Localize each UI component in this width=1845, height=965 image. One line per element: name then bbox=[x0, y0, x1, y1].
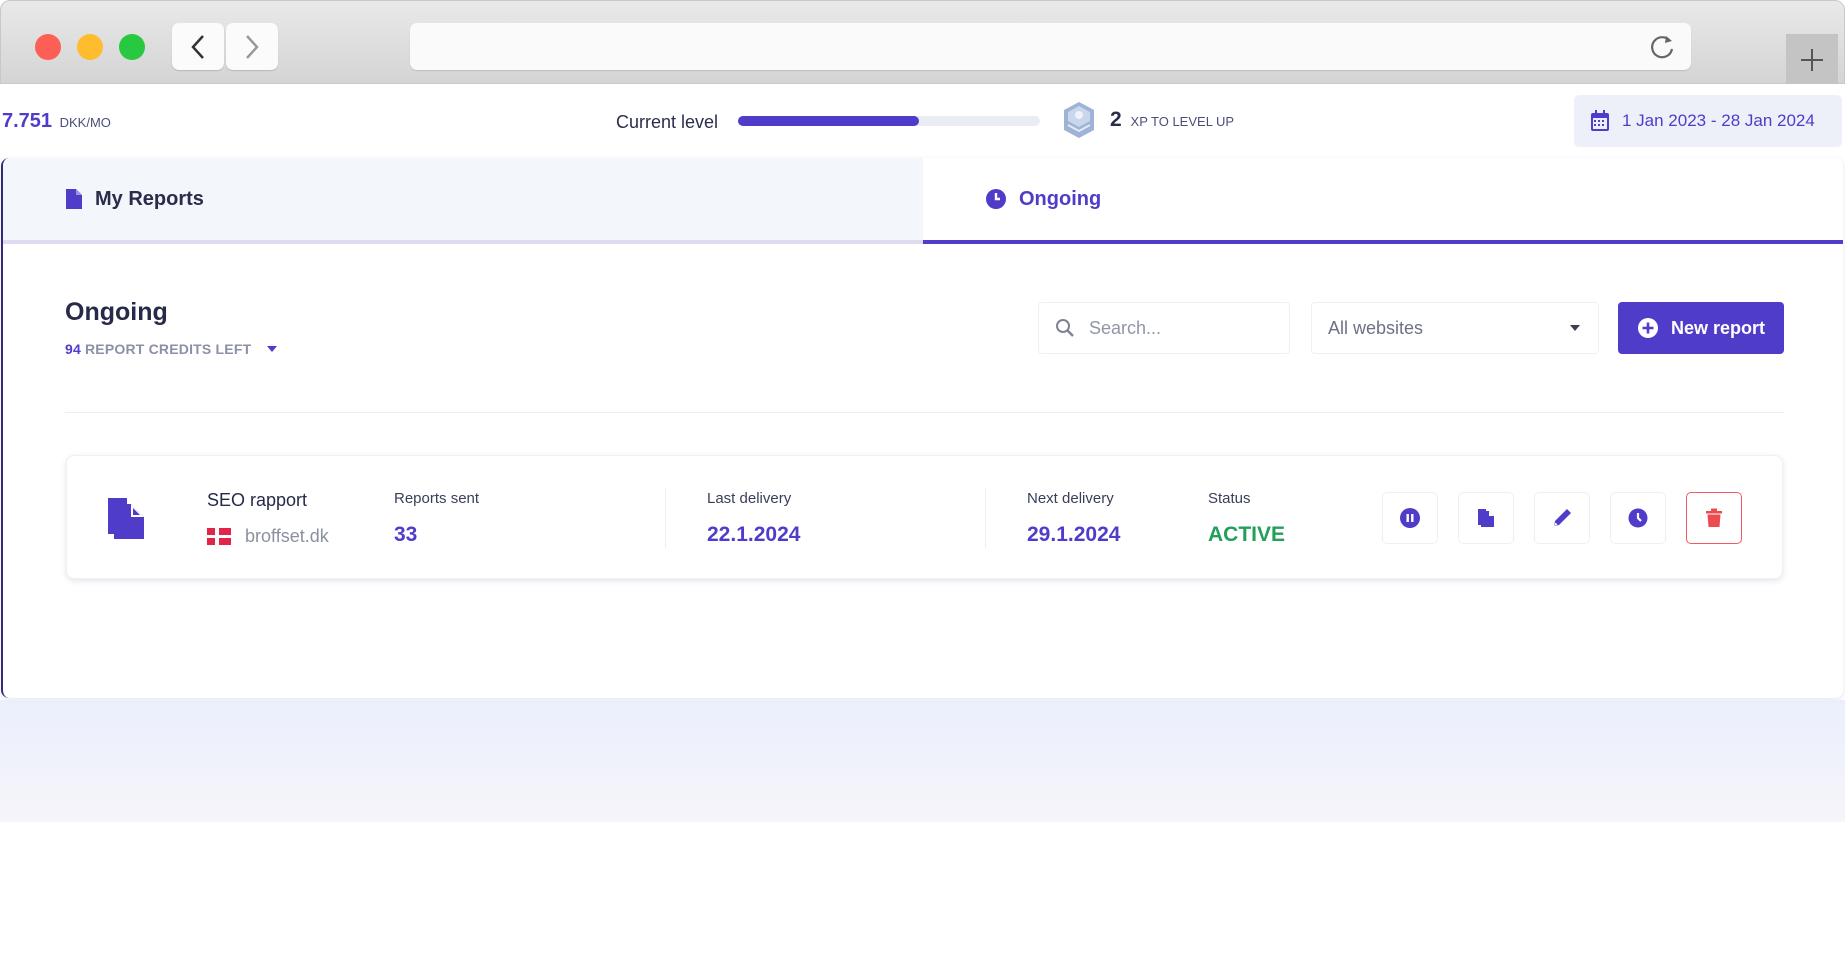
chevron-left-icon bbox=[191, 34, 204, 59]
delete-button[interactable] bbox=[1686, 492, 1742, 544]
clock-icon bbox=[986, 189, 1006, 209]
reload-icon[interactable] bbox=[1649, 33, 1677, 61]
edit-button[interactable] bbox=[1534, 492, 1590, 544]
reports-panel: My Reports Ongoing Ongoing 94 REPORT CRE… bbox=[1, 158, 1843, 698]
report-credits-dropdown[interactable]: 94 REPORT CREDITS LEFT bbox=[65, 341, 278, 357]
tab-bar: My Reports Ongoing bbox=[3, 158, 1843, 244]
page-title: Ongoing bbox=[65, 298, 168, 326]
new-report-label: New report bbox=[1670, 317, 1766, 338]
date-range-picker[interactable]: 1 Jan 2023 - 28 Jan 2024 bbox=[1574, 95, 1842, 147]
denmark-flag-icon bbox=[207, 528, 231, 545]
earnings-value: 7.751 bbox=[2, 110, 53, 132]
last-delivery-stat: Last delivery 22.1.2024 bbox=[707, 490, 800, 547]
tab-label: My Reports bbox=[95, 187, 204, 210]
new-report-button[interactable]: New report bbox=[1618, 302, 1784, 354]
caret-down-icon bbox=[267, 346, 278, 352]
current-level-label: Current level bbox=[616, 112, 719, 132]
xp-to-level-up: 2 XP TO LEVEL UP bbox=[1110, 108, 1234, 132]
pause-icon bbox=[1400, 508, 1420, 528]
website-name: broffset.dk bbox=[245, 526, 329, 546]
plus-circle-icon bbox=[1637, 318, 1658, 338]
clock-icon bbox=[1628, 508, 1648, 528]
report-website: broffset.dk bbox=[207, 526, 329, 547]
report-name: SEO rapport bbox=[207, 490, 308, 510]
trash-icon bbox=[1706, 508, 1722, 527]
search-icon bbox=[1056, 319, 1074, 337]
duplicate-icon bbox=[1478, 509, 1494, 527]
reports-sent-value: 33 bbox=[394, 523, 418, 546]
forward-button[interactable] bbox=[226, 23, 278, 70]
status-label: Status bbox=[1208, 490, 1251, 507]
search-input[interactable] bbox=[1089, 317, 1269, 339]
xp-value: 2 bbox=[1110, 108, 1122, 131]
column-separator bbox=[985, 488, 986, 548]
pause-button[interactable] bbox=[1382, 492, 1438, 544]
tab-my-reports[interactable]: My Reports bbox=[3, 158, 923, 244]
address-bar[interactable] bbox=[410, 23, 1691, 70]
level-progress-bar bbox=[738, 116, 1040, 126]
level-progress-fill bbox=[738, 116, 920, 126]
status-stat: Status ACTIVE bbox=[1208, 490, 1285, 547]
next-delivery-label: Next delivery bbox=[1027, 490, 1114, 507]
close-window-button[interactable] bbox=[35, 34, 61, 60]
top-bar: 7.751 DKK/MO Current level 2 XP TO LEVEL… bbox=[0, 84, 1845, 158]
chevron-right-icon bbox=[246, 34, 259, 59]
last-delivery-label: Last delivery bbox=[707, 490, 792, 507]
tab-ongoing[interactable]: Ongoing bbox=[923, 158, 1843, 244]
maximize-window-button[interactable] bbox=[119, 34, 145, 60]
back-button[interactable] bbox=[172, 23, 224, 70]
tab-label: Ongoing bbox=[1019, 187, 1102, 210]
browser-chrome bbox=[0, 0, 1845, 85]
next-delivery-value: 29.1.2024 bbox=[1027, 523, 1121, 546]
minimize-window-button[interactable] bbox=[77, 34, 103, 60]
reports-sent-label: Reports sent bbox=[394, 490, 480, 507]
search-box[interactable] bbox=[1038, 302, 1290, 354]
last-delivery-value: 22.1.2024 bbox=[707, 523, 801, 546]
website-filter-value: All websites bbox=[1328, 317, 1424, 338]
xp-label: XP TO LEVEL UP bbox=[1130, 114, 1235, 129]
report-row: SEO rapport broffset.dk Reports sent 33 … bbox=[66, 455, 1783, 579]
pencil-icon bbox=[1554, 509, 1571, 526]
monthly-earnings: 7.751 DKK/MO bbox=[2, 110, 111, 133]
caret-down-icon bbox=[1570, 325, 1580, 331]
plus-icon bbox=[1801, 48, 1823, 71]
page-background bbox=[0, 700, 1845, 822]
new-tab-button[interactable] bbox=[1786, 34, 1838, 85]
section-divider bbox=[65, 412, 1784, 413]
credits-label: REPORT CREDITS LEFT bbox=[84, 341, 252, 357]
schedule-button[interactable] bbox=[1610, 492, 1666, 544]
report-file-icon bbox=[108, 498, 144, 539]
level-badge-icon bbox=[1064, 102, 1094, 138]
column-separator bbox=[665, 488, 666, 548]
calendar-icon bbox=[1591, 110, 1609, 131]
credits-count: 94 bbox=[65, 341, 81, 357]
duplicate-button[interactable] bbox=[1458, 492, 1514, 544]
website-filter-select[interactable]: All websites bbox=[1311, 302, 1599, 354]
next-delivery-stat: Next delivery 29.1.2024 bbox=[1027, 490, 1120, 547]
earnings-unit: DKK/MO bbox=[59, 115, 111, 130]
file-icon bbox=[66, 189, 82, 209]
date-range-text: 1 Jan 2023 - 28 Jan 2024 bbox=[1622, 111, 1815, 130]
status-badge: ACTIVE bbox=[1208, 523, 1286, 546]
reports-sent-stat: Reports sent 33 bbox=[394, 490, 479, 547]
